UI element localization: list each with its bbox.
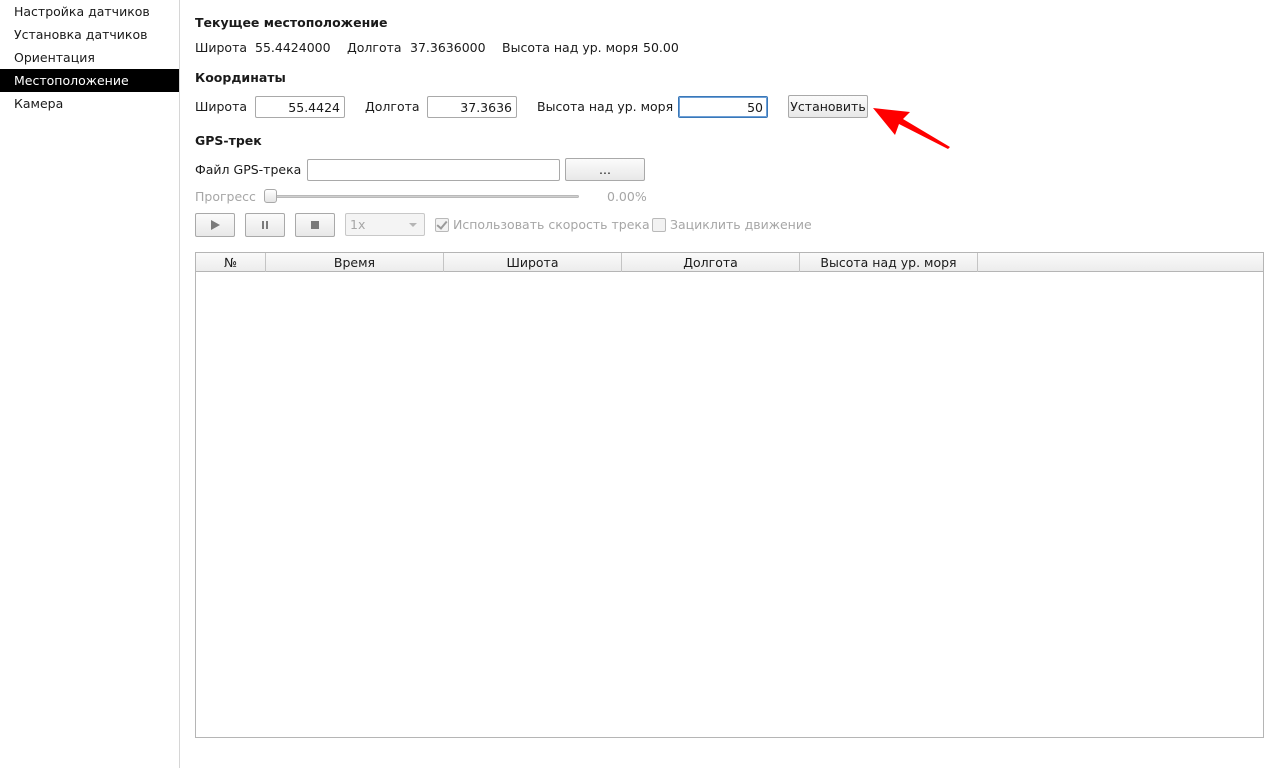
current-longitude-value: 37.3636000 <box>410 40 486 55</box>
use-track-speed-checkbox[interactable] <box>435 218 449 232</box>
gps-file-label: Файл GPS-трека <box>195 162 302 177</box>
gps-track-title: GPS-трек <box>195 133 262 148</box>
stop-icon <box>311 221 319 229</box>
browse-file-button[interactable]: ... <box>565 158 645 181</box>
speed-combo-value: 1x <box>350 217 366 232</box>
set-coordinates-button[interactable]: Установить <box>788 95 868 118</box>
current-longitude-label: Долгота <box>347 40 402 55</box>
checkmark-icon <box>436 218 448 230</box>
progress-label: Прогресс <box>195 189 256 204</box>
current-latitude-label: Широта <box>195 40 248 55</box>
column-header-longitude[interactable]: Долгота <box>622 253 800 272</box>
annotation-arrow-icon <box>873 108 950 149</box>
stop-button[interactable] <box>295 213 335 237</box>
gps-track-table[interactable]: № Время Широта Долгота Высота над ур. мо… <box>195 252 1264 738</box>
sidebar-item-location[interactable]: Местоположение <box>0 69 179 92</box>
sidebar: Настройка датчиков Установка датчиков Ор… <box>0 0 180 768</box>
play-icon <box>211 220 220 230</box>
progress-slider-handle[interactable] <box>264 189 277 203</box>
loop-movement-checkbox[interactable] <box>652 218 666 232</box>
progress-value: 0.00% <box>607 189 647 204</box>
sidebar-item-orientation[interactable]: Ориентация <box>0 46 179 69</box>
sidebar-item-sensor-settings[interactable]: Настройка датчиков <box>0 0 179 23</box>
altitude-label: Высота над ур. моря <box>537 99 674 114</box>
current-altitude-label: Высота над ур. моря <box>502 40 639 55</box>
chevron-down-icon <box>409 223 417 227</box>
sidebar-item-sensor-install[interactable]: Установка датчиков <box>0 23 179 46</box>
coordinates-title: Координаты <box>195 70 286 85</box>
latitude-input[interactable] <box>255 96 345 118</box>
longitude-input[interactable] <box>427 96 517 118</box>
latitude-label: Широта <box>195 99 248 114</box>
current-location-title: Текущее местоположение <box>195 15 388 30</box>
play-button[interactable] <box>195 213 235 237</box>
use-track-speed-label: Использовать скорость трека <box>453 217 650 232</box>
sidebar-item-camera[interactable]: Камера <box>0 92 179 115</box>
column-header-number[interactable]: № <box>196 253 266 272</box>
app-window: Настройка датчиков Установка датчиков Ор… <box>0 0 1280 768</box>
progress-slider-track[interactable] <box>268 195 579 198</box>
gps-file-input[interactable] <box>307 159 560 181</box>
current-altitude-value: 50.00 <box>643 40 679 55</box>
column-header-time[interactable]: Время <box>266 253 444 272</box>
speed-combo[interactable]: 1x <box>345 213 425 236</box>
pause-icon <box>262 221 268 229</box>
pause-button[interactable] <box>245 213 285 237</box>
loop-movement-label: Зациклить движение <box>670 217 812 232</box>
column-header-altitude[interactable]: Высота над ур. моря <box>800 253 978 272</box>
longitude-label: Долгота <box>365 99 420 114</box>
column-header-latitude[interactable]: Широта <box>444 253 622 272</box>
current-latitude-value: 55.4424000 <box>255 40 331 55</box>
altitude-input[interactable] <box>678 96 768 118</box>
table-header: № Время Широта Долгота Высота над ур. мо… <box>196 253 1263 272</box>
